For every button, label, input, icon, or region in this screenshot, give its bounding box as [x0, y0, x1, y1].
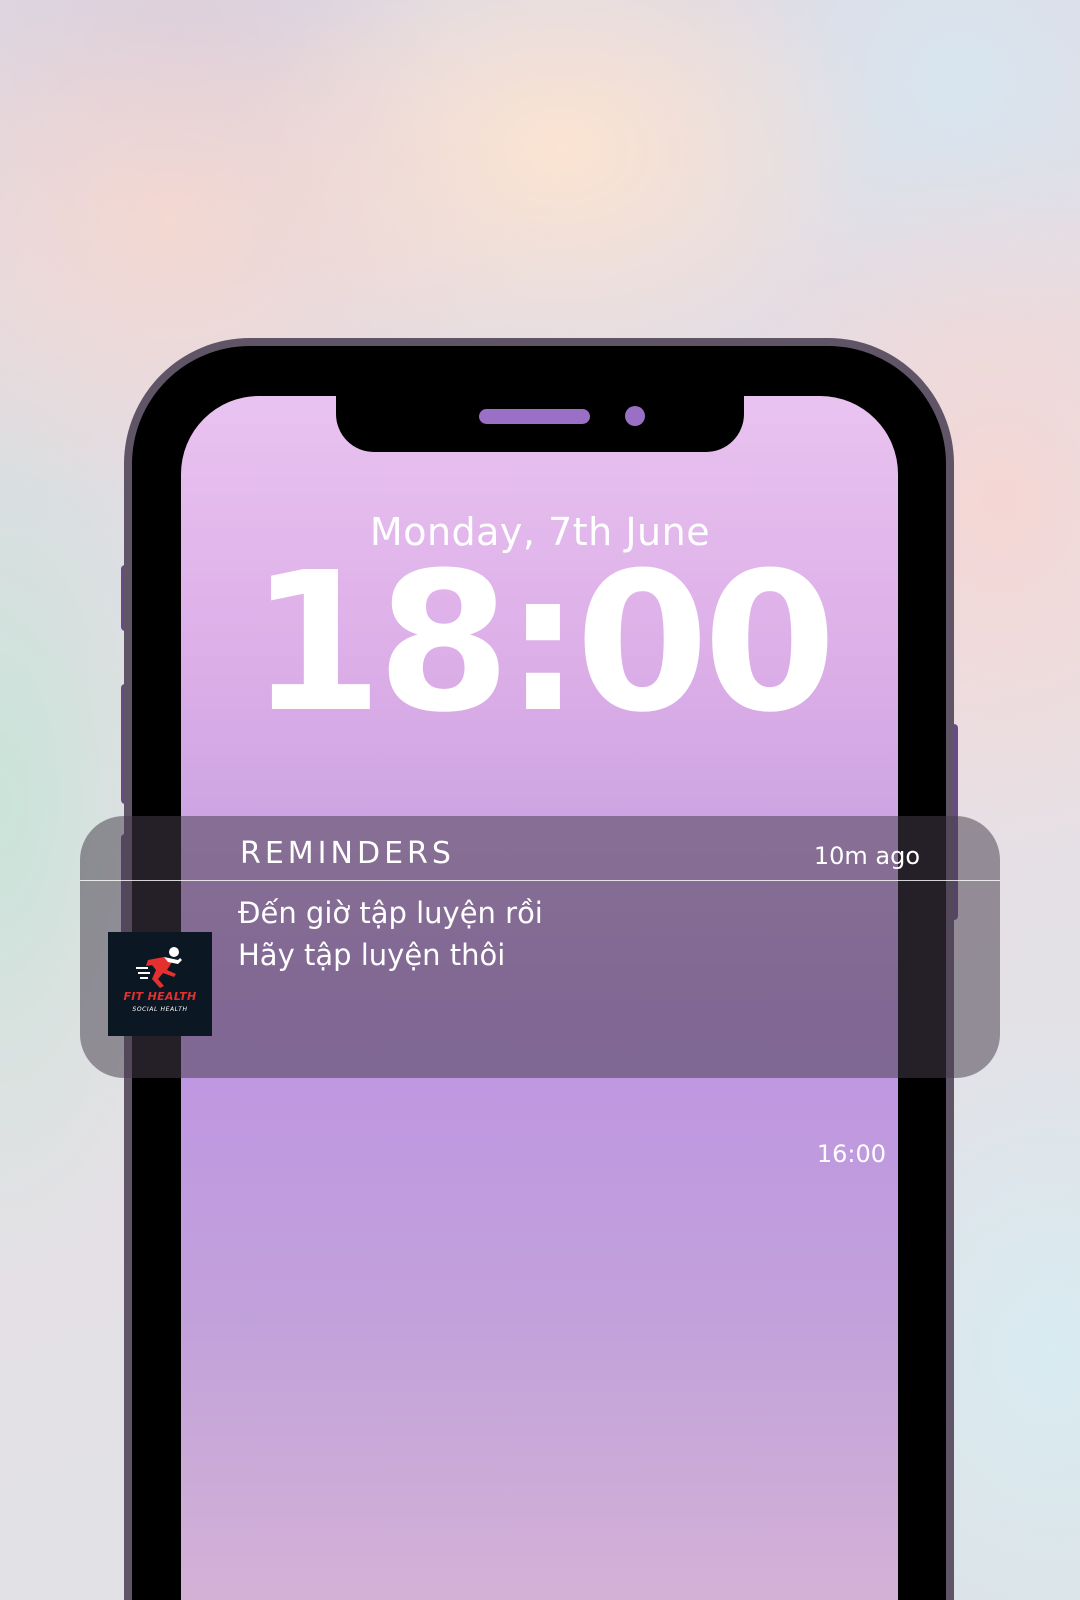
- app-icon-title: FIT HEALTH: [123, 990, 197, 1003]
- older-notification-time: 16:00: [816, 1140, 886, 1168]
- lock-screen-clock: 18:00: [249, 532, 836, 755]
- speaker: [479, 409, 590, 424]
- notification-time: 10m ago: [813, 842, 920, 870]
- notification-title: Đến giờ tập luyện rồi: [238, 896, 543, 930]
- lock-screen-mockup: Monday, 7th June 18:00 REMINDERS 10m ago…: [0, 0, 1080, 1600]
- app-icon-subtitle: SOCIAL HEALTH: [132, 1006, 188, 1013]
- notification-body: Hãy tập luyện thôi: [238, 938, 506, 972]
- fit-health-app-icon: FIT HEALTH SOCIAL HEALTH: [108, 932, 212, 1036]
- notification-app-name: REMINDERS: [240, 836, 455, 871]
- notification-divider: [80, 880, 1000, 881]
- reminder-notification[interactable]: REMINDERS 10m ago FIT HEALTH SOCIAL HEAL…: [80, 816, 1000, 1078]
- runner-icon: [136, 947, 182, 988]
- front-camera: [625, 406, 645, 426]
